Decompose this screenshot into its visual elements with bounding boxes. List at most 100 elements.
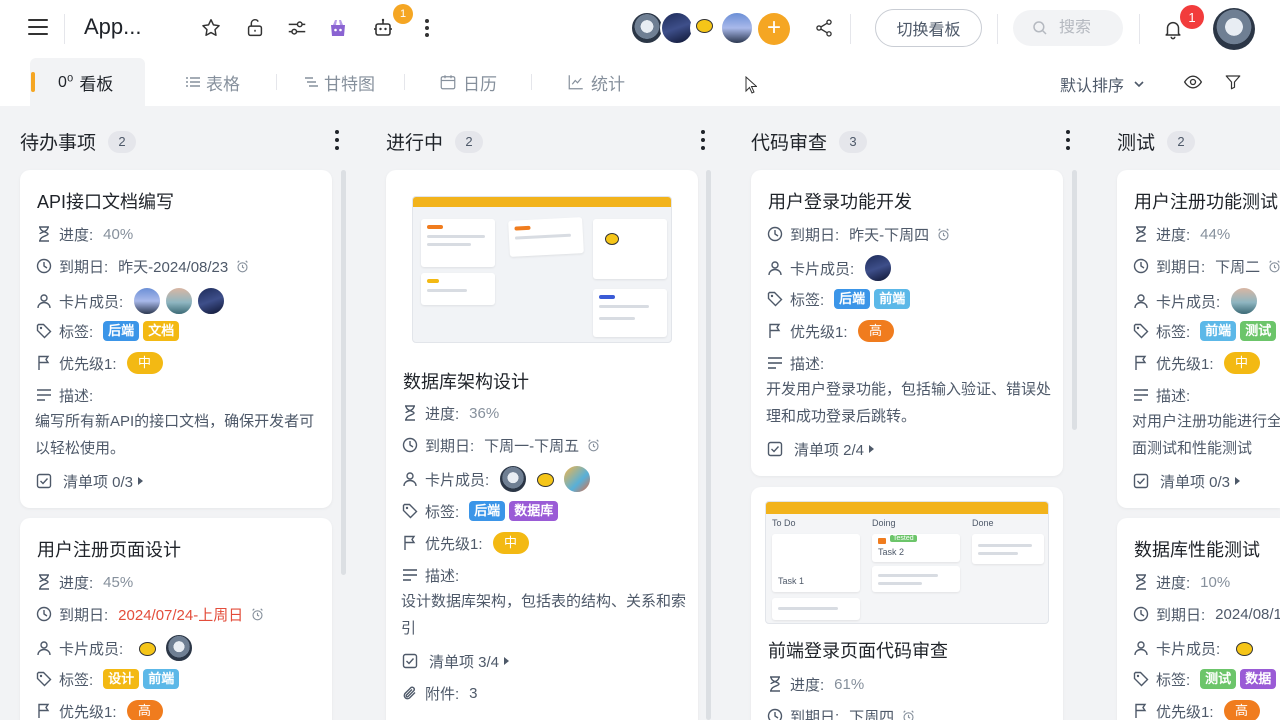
priority-badge[interactable]: 中 (492, 532, 529, 554)
task-card[interactable]: 数据库架构设计 进度: 36% 到期日: 下周一-下周五 卡片成员: 标签: 后… (386, 170, 698, 720)
alarm-icon[interactable] (587, 438, 600, 452)
tab-gantt[interactable]: 甘特图 (304, 58, 375, 106)
checklist-row[interactable]: 清单项 2/4 (766, 438, 875, 460)
priority-row: 优先级1: 中 (401, 532, 529, 554)
share-icon[interactable] (812, 16, 836, 40)
robot-icon[interactable] (371, 16, 395, 40)
priority-badge[interactable]: 中 (126, 352, 163, 374)
alarm-icon[interactable] (902, 709, 915, 720)
member-avatar[interactable] (720, 11, 754, 45)
task-card[interactable]: 用户注册功能测试 进度: 44% 到期日: 下周二 卡片成员: 标签: 前端 测… (1117, 170, 1280, 508)
priority-badge[interactable]: 中 (1223, 352, 1260, 374)
search-box[interactable] (1013, 10, 1123, 46)
task-card[interactable]: To Do Doing Done Task 1 Tested Task 2 前端… (751, 487, 1063, 720)
due-label: 到期日: (1156, 606, 1206, 624)
member-avatar[interactable] (1230, 634, 1259, 662)
card-cover-image[interactable] (412, 196, 672, 343)
column-more-icon[interactable] (334, 130, 340, 150)
user-avatar[interactable] (1213, 8, 1255, 50)
caret-right-icon (138, 477, 144, 485)
member-avatar[interactable] (1230, 287, 1259, 315)
priority-row: 优先级1: 高 (766, 320, 894, 342)
members-row: 卡片成员: (35, 634, 194, 662)
attachments-row[interactable]: 附件: 3 (401, 682, 478, 704)
tags-row: 标签: 后端 前端 (766, 288, 914, 310)
member-avatar[interactable] (864, 254, 893, 282)
scrollbar[interactable] (1072, 170, 1077, 430)
task-card[interactable]: 数据库性能测试 进度: 10% 到期日: 2024/08/1 卡片成员: 标签:… (1117, 518, 1280, 720)
progress-row: 进度: 40% (35, 223, 133, 245)
tag-badge[interactable]: 前端 (143, 669, 180, 689)
alarm-icon[interactable] (236, 259, 249, 273)
member-avatar[interactable] (499, 465, 528, 493)
notification-badge: 1 (1180, 5, 1204, 29)
sort-label: 默认排序 (1060, 78, 1125, 95)
hourglass-icon (1132, 225, 1150, 243)
alarm-icon[interactable] (251, 607, 264, 621)
member-avatar[interactable] (133, 287, 162, 315)
member-avatar[interactable] (563, 465, 592, 493)
member-avatar[interactable] (165, 634, 194, 662)
tag-badge[interactable]: 数据 (1240, 669, 1277, 689)
search-input[interactable] (1059, 19, 1109, 37)
tag-badge[interactable]: 前端 (874, 289, 911, 309)
filter-icon[interactable] (1221, 70, 1245, 94)
priority-badge[interactable]: 高 (857, 320, 894, 342)
task-card[interactable]: API接口文档编写 进度: 40% 到期日: 昨天-2024/08/23 卡片成… (20, 170, 332, 508)
star-icon[interactable] (199, 16, 223, 40)
member-avatar[interactable] (165, 287, 194, 315)
tag-badge[interactable]: 数据库 (509, 501, 559, 521)
tag-badge[interactable]: 前端 (1200, 321, 1237, 341)
alarm-icon[interactable] (937, 227, 950, 241)
plugin-icon[interactable] (326, 16, 350, 40)
members-label: 卡片成员: (790, 260, 855, 278)
member-avatar[interactable] (197, 287, 226, 315)
priority-badge[interactable]: 高 (126, 700, 163, 720)
tab-calendar[interactable]: 日历 (439, 58, 497, 106)
tab-stats[interactable]: 统计 (567, 58, 625, 106)
tab-table[interactable]: 表格 (186, 58, 240, 106)
caret-right-icon (504, 657, 510, 665)
tag-badge[interactable]: 后端 (834, 289, 871, 309)
sort-dropdown[interactable]: 默认排序 (1060, 72, 1146, 96)
checklist-row[interactable]: 清单项 0/3 (35, 470, 144, 492)
eye-icon[interactable] (1181, 70, 1205, 94)
more-vertical-icon[interactable] (415, 16, 439, 40)
description-row: 描述: (766, 352, 824, 374)
tag-badge[interactable]: 设计 (103, 669, 140, 689)
unlock-icon[interactable] (243, 16, 267, 40)
member-avatar[interactable] (660, 11, 694, 45)
member-avatar[interactable] (630, 11, 664, 45)
description-row: 描述: (35, 384, 93, 406)
checklist-row[interactable]: 清单项 3/4 (401, 650, 510, 672)
menu-icon[interactable] (28, 19, 48, 37)
tag-badge[interactable]: 文档 (143, 321, 180, 341)
tag-badge[interactable]: 后端 (103, 321, 140, 341)
task-card[interactable]: 用户注册页面设计 进度: 45% 到期日: 2024/07/24-上周日 卡片成… (20, 518, 332, 720)
tag-icon (1132, 322, 1150, 340)
alarm-icon[interactable] (1268, 259, 1280, 273)
member-avatar[interactable] (133, 634, 162, 662)
task-card[interactable]: 用户登录功能开发 到期日: 昨天-下周四 卡片成员: 标签: 后端 前端 优先级… (751, 170, 1063, 476)
tag-badge[interactable]: 后端 (469, 501, 506, 521)
column-more-icon[interactable] (1065, 130, 1071, 150)
checklist-row[interactable]: 清单项 0/3 (1132, 470, 1241, 492)
priority-row: 优先级1: 高 (1132, 700, 1260, 720)
priority-badge[interactable]: 高 (1223, 700, 1260, 720)
tab-kanban[interactable]: 0⁰ 看板 (30, 58, 145, 106)
card-cover-image[interactable]: To Do Doing Done Task 1 Tested Task 2 (765, 501, 1049, 624)
checklist-label: 清单项 0/3 (63, 473, 134, 491)
app-title[interactable]: App... (84, 14, 141, 40)
tag-badge[interactable]: 测试 (1200, 669, 1237, 689)
progress-row: 进度: 36% (401, 402, 499, 424)
sliders-icon[interactable] (285, 16, 309, 40)
add-member-button[interactable]: + (758, 13, 790, 45)
column-more-icon[interactable] (700, 130, 706, 150)
member-avatar[interactable] (690, 11, 724, 45)
switch-board-button[interactable]: 切换看板 (875, 9, 982, 47)
scrollbar[interactable] (706, 170, 711, 720)
scrollbar[interactable] (341, 170, 346, 575)
tag-badge[interactable]: 测试 (1240, 321, 1277, 341)
member-avatar[interactable] (531, 465, 560, 493)
description-label: 描述: (1156, 387, 1191, 405)
